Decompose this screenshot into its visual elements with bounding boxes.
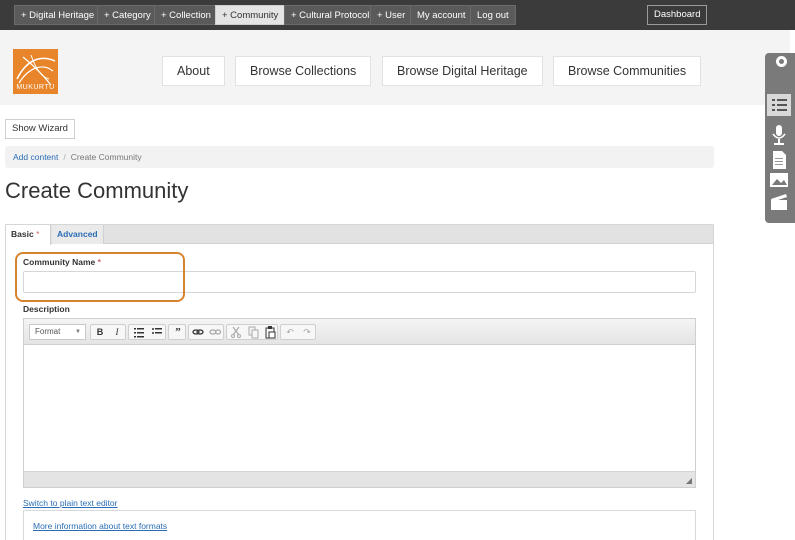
community-form: Basic * Advanced Community Name * Descri… [5,224,714,540]
basic-styles-group: B I [90,324,126,340]
description-editor: Format ▼ B I ” ↶ ↷ ◢ [23,318,696,488]
add-category-button[interactable]: + Category [97,5,158,25]
paste-icon[interactable] [263,325,277,339]
redo-icon[interactable]: ↷ [300,325,314,339]
tab-advanced[interactable]: Advanced [52,225,104,244]
video-icon[interactable] [767,191,791,213]
nav-browse-digital-heritage[interactable]: Browse Digital Heritage [382,56,543,86]
admin-toolbar: + Digital Heritage + Category + Collecti… [0,0,795,30]
bulleted-list-icon[interactable] [150,325,164,339]
history-group: ↶ ↷ [280,324,316,340]
nav-about[interactable]: About [162,56,225,86]
links-group [188,324,224,340]
add-collection-button[interactable]: + Collection [154,5,218,25]
chevron-down-icon: ▼ [75,329,81,335]
editor-status-bar: ◢ [24,471,695,487]
format-select-label: Format [35,327,61,336]
link-icon[interactable] [191,325,205,339]
breadcrumb-current: Create Community [70,152,142,162]
text-formats-info-link[interactable]: More information about text formats [33,521,167,531]
page-title: Create Community [5,178,189,203]
blockquote-group: ” [168,324,186,340]
description-textarea[interactable] [24,346,695,470]
microphone-icon[interactable] [767,123,791,145]
numbered-list-icon[interactable] [132,325,146,339]
tab-basic[interactable]: Basic * [6,225,51,245]
nav-browse-communities[interactable]: Browse Communities [553,56,702,86]
highlight-annotation [15,252,185,302]
form-tabs: Basic * Advanced [6,225,713,245]
show-wizard-button[interactable]: Show Wizard [5,119,75,139]
cut-icon[interactable] [229,325,243,339]
breadcrumb-add-content[interactable]: Add content [13,152,58,162]
format-select[interactable]: Format ▼ [29,324,86,340]
add-digital-heritage-button[interactable]: + Digital Heritage [14,5,102,25]
lists-group [128,324,166,340]
clipboard-group [226,324,278,340]
logo-text: MUKURTU [16,84,55,91]
add-community-button[interactable]: + Community [215,5,286,25]
document-icon[interactable] [767,149,791,171]
undo-icon[interactable]: ↶ [283,325,297,339]
mukurtu-logo[interactable]: MUKURTU [13,49,58,94]
unlink-icon[interactable] [208,325,222,339]
text-formats-box: More information about text formats [23,510,696,540]
list-icon[interactable] [767,94,791,116]
breadcrumb: Add content / Create Community [5,146,714,168]
resize-handle-icon[interactable]: ◢ [686,476,692,485]
bold-button[interactable]: B [93,325,107,339]
description-label: Description [23,304,70,314]
copy-icon[interactable] [246,325,260,339]
media-side-toolbar [765,53,795,223]
switch-plain-text-link[interactable]: Switch to plain text editor [23,498,118,508]
nav-browse-collections[interactable]: Browse Collections [235,56,372,86]
breadcrumb-separator: / [63,152,66,162]
dashboard-button[interactable]: Dashboard [647,5,708,25]
required-mark: * [36,229,40,239]
add-user-button[interactable]: + User [370,5,413,25]
tab-basic-label: Basic [11,229,34,239]
editor-toolbar: Format ▼ B I ” ↶ ↷ [24,319,695,345]
italic-button[interactable]: I [110,325,124,339]
image-icon[interactable] [767,169,791,191]
blockquote-icon[interactable]: ” [170,325,186,339]
log-out-button[interactable]: Log out [470,5,516,25]
my-account-button[interactable]: My account [410,5,473,25]
add-cultural-protocol-button[interactable]: + Cultural Protocol [284,5,377,25]
toolbar-toggle-icon[interactable] [776,56,787,67]
